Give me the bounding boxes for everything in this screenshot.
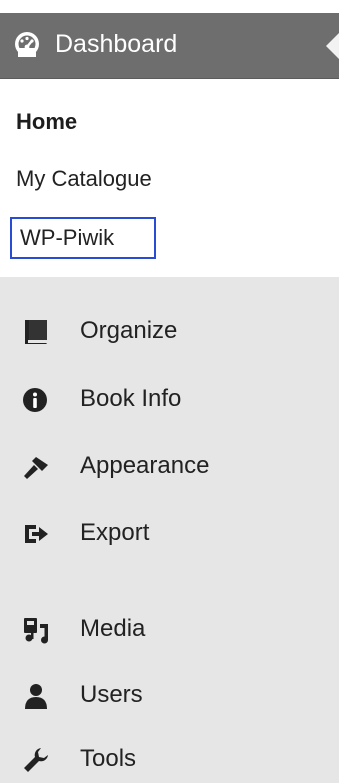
menu-item-appearance[interactable]: Appearance <box>0 447 339 487</box>
top-strip <box>0 0 339 13</box>
info-icon <box>22 386 50 414</box>
menu-item-label: Organize <box>80 317 178 344</box>
menu-item-organize[interactable]: Organize <box>0 312 339 352</box>
book-icon <box>22 318 50 346</box>
current-menu-indicator <box>326 33 339 59</box>
menu-item-label: Users <box>80 681 143 708</box>
admin-menu: Organize Book Info Appearance Export Med… <box>0 277 339 783</box>
menu-item-users[interactable]: Users <box>0 676 339 716</box>
menu-item-label: Media <box>80 615 146 642</box>
menu-item-label: Export <box>80 519 150 546</box>
menu-item-label: Book Info <box>80 385 182 412</box>
dashboard-submenu: Home My Catalogue WP-Piwik <box>0 79 339 277</box>
menu-item-export[interactable]: Export <box>0 514 339 554</box>
menu-item-tools[interactable]: Tools <box>0 740 339 780</box>
menu-item-label: Tools <box>80 745 137 772</box>
gauge-icon <box>14 31 40 57</box>
submenu-item-home[interactable]: Home <box>16 107 77 137</box>
submenu-item-wp-piwik[interactable]: WP-Piwik <box>10 217 156 259</box>
paintbrush-icon <box>22 453 50 481</box>
dashboard-label: Dashboard <box>55 30 178 58</box>
media-icon <box>22 616 50 644</box>
menu-item-label: Appearance <box>80 452 210 479</box>
wrench-icon <box>22 746 50 774</box>
export-icon <box>22 520 50 548</box>
menu-item-book-info[interactable]: Book Info <box>0 380 339 420</box>
menu-item-media[interactable]: Media <box>0 610 339 650</box>
menu-item-dashboard[interactable]: Dashboard <box>0 13 339 79</box>
submenu-item-my-catalogue[interactable]: My Catalogue <box>16 164 152 194</box>
user-icon <box>22 682 50 710</box>
